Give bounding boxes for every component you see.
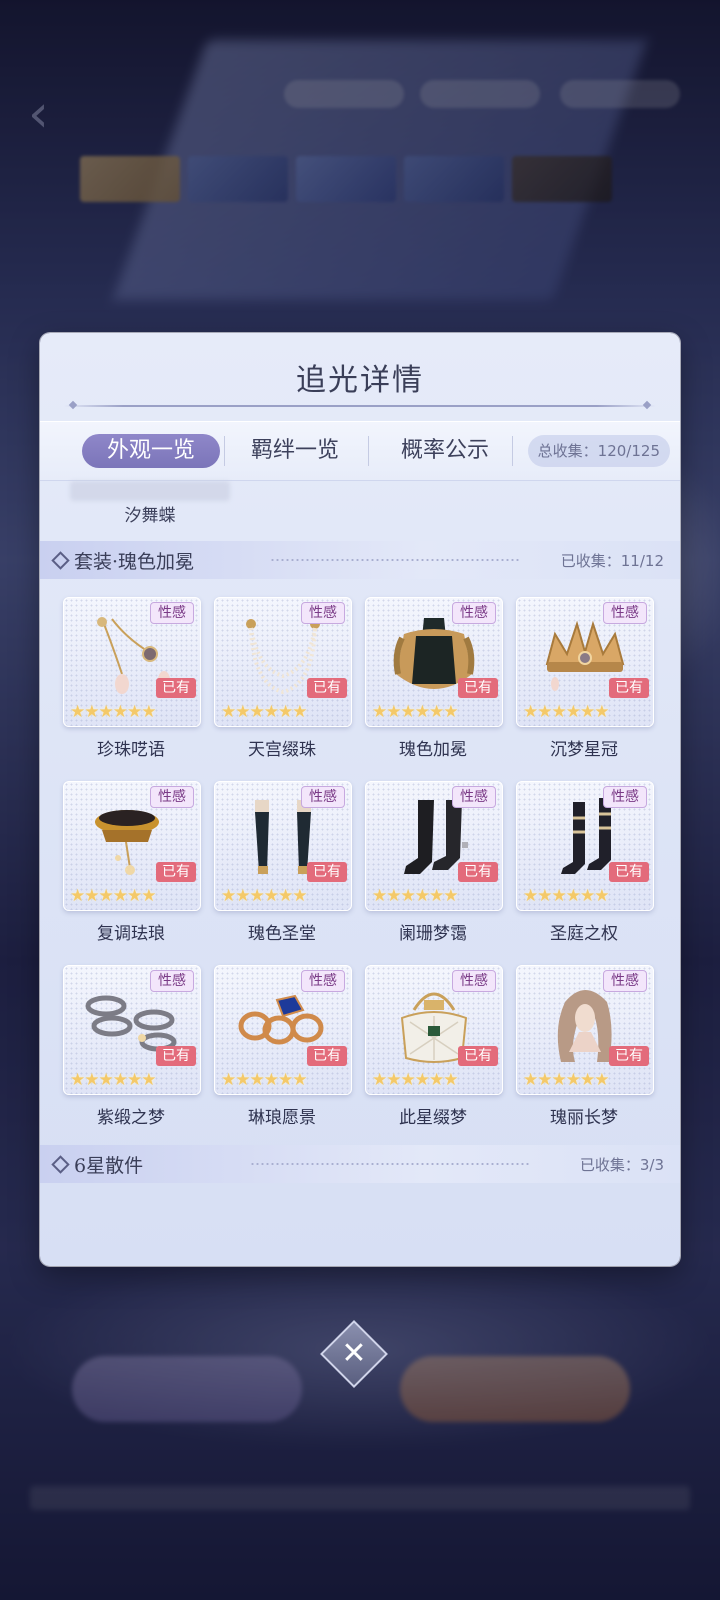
dotted-divider (270, 558, 520, 562)
item-frame: 性感 已有 ★★★★★★ (63, 597, 201, 727)
star-rating: ★★★★★★ (221, 702, 307, 722)
section-title: 套装·瑰色加冕 (74, 551, 195, 573)
star-rating: ★★★★★★ (70, 1070, 156, 1090)
owned-badge: 已有 (609, 1046, 649, 1066)
star-rating: ★★★★★★ (70, 886, 156, 906)
detail-panel: 追光详情 外观一览 羁绊一览 概率公示 总收集：120/125 汐舞蝶 套装·瑰… (40, 333, 680, 1266)
section-title: 6星散件 (74, 1155, 144, 1177)
star-rating: ★★★★★★ (70, 702, 156, 722)
item-name: 珍珠呓语 (97, 740, 165, 760)
section-collect-count: 已收集：11/12 (560, 552, 664, 570)
total-collection-count: 总收集：120/125 (527, 435, 670, 467)
tab-appearance[interactable]: 外观一览 (82, 434, 220, 468)
style-tag: 性感 (301, 786, 345, 808)
style-tag: 性感 (603, 970, 647, 992)
section-header-loose-pieces: 6星散件 已收集：3/3 (40, 1145, 680, 1183)
star-rating: ★★★★★★ (372, 886, 458, 906)
item-name: 圣庭之权 (550, 924, 618, 944)
close-icon: ✕ (341, 1336, 367, 1371)
star-rating: ★★★★★★ (221, 886, 307, 906)
owned-badge: 已有 (458, 1046, 498, 1066)
style-tag: 性感 (452, 786, 496, 808)
item-frame: 性感 已有 ★★★★★★ (214, 781, 352, 911)
item-name: 瑰色圣堂 (248, 924, 316, 944)
owned-badge: 已有 (307, 678, 347, 698)
item-name: 瑰丽长梦 (550, 1108, 618, 1128)
item-card[interactable]: 性感 已有 ★★★★★★ 琳琅愿景 (214, 965, 352, 1135)
item-card[interactable]: 性感 已有 ★★★★★★ 珍珠呓语 (63, 597, 201, 767)
item-frame: 性感 已有 ★★★★★★ (516, 597, 654, 727)
tab-bar: 外观一览 羁绊一览 概率公示 总收集：120/125 (40, 421, 680, 481)
item-card[interactable]: 性感 已有 ★★★★★★ 复调珐琅 (63, 781, 201, 951)
owned-badge: 已有 (307, 1046, 347, 1066)
item-name: 瑰色加冕 (399, 740, 467, 760)
item-card[interactable]: 性感 已有 ★★★★★★ 沉梦星冠 (516, 597, 654, 767)
item-card[interactable]: 性感 已有 ★★★★★★ 瑰色圣堂 (214, 781, 352, 951)
star-rating: ★★★★★★ (372, 1070, 458, 1090)
item-frame: 性感 已有 ★★★★★★ (63, 781, 201, 911)
style-tag: 性感 (603, 786, 647, 808)
star-rating: ★★★★★★ (523, 1070, 609, 1090)
item-card[interactable]: 性感 已有 ★★★★★★ 圣庭之权 (516, 781, 654, 951)
item-card[interactable]: 性感 已有 ★★★★★★ 天宫缀珠 (214, 597, 352, 767)
item-frame: 性感 已有 ★★★★★★ (214, 597, 352, 727)
tab-bonds[interactable]: 羁绊一览 (226, 434, 364, 468)
owned-badge: 已有 (458, 678, 498, 698)
owned-badge: 已有 (458, 862, 498, 882)
owned-badge: 已有 (609, 678, 649, 698)
section-collect-count: 已收集：3/3 (579, 1156, 664, 1174)
section-header-suit: 套装·瑰色加冕 已收集：11/12 (40, 541, 680, 579)
tab-probability[interactable]: 概率公示 (370, 434, 520, 468)
tab-separator (224, 436, 225, 466)
style-tag: 性感 (301, 970, 345, 992)
item-frame: 性感 已有 ★★★★★★ (214, 965, 352, 1095)
diamond-icon (51, 551, 70, 570)
item-name: 复调珐琅 (97, 924, 165, 944)
style-tag: 性感 (150, 602, 194, 624)
style-tag: 性感 (150, 970, 194, 992)
item-frame: 性感 已有 ★★★★★★ (365, 781, 503, 911)
item-frame: 性感 已有 ★★★★★★ (365, 965, 503, 1095)
item-card[interactable]: 性感 已有 ★★★★★★ 阑珊梦霭 (365, 781, 503, 951)
tab-separator (512, 436, 513, 466)
item-frame: 性感 已有 ★★★★★★ (365, 597, 503, 727)
star-rating: ★★★★★★ (372, 702, 458, 722)
item-frame: 性感 已有 ★★★★★★ (516, 781, 654, 911)
star-rating: ★★★★★★ (523, 702, 609, 722)
previous-item-name: 汐舞蝶 (124, 506, 176, 526)
owned-badge: 已有 (307, 862, 347, 882)
item-card[interactable]: 性感 已有 ★★★★★★ 此星缀梦 (365, 965, 503, 1135)
item-name: 此星缀梦 (399, 1108, 467, 1128)
panel-title: 追光详情 (296, 363, 424, 398)
dotted-divider (250, 1162, 530, 1166)
item-name: 沉梦星冠 (550, 740, 618, 760)
item-card[interactable]: 性感 已有 ★★★★★★ 紫缎之梦 (63, 965, 201, 1135)
tab-separator (368, 436, 369, 466)
owned-badge: 已有 (609, 862, 649, 882)
item-name: 紫缎之梦 (97, 1108, 165, 1128)
star-rating: ★★★★★★ (221, 1070, 307, 1090)
item-frame: 性感 已有 ★★★★★★ (516, 965, 654, 1095)
item-frame: 性感 已有 ★★★★★★ (63, 965, 201, 1095)
item-name: 阑珊梦霭 (399, 924, 467, 944)
star-rating: ★★★★★★ (523, 886, 609, 906)
item-name: 琳琅愿景 (248, 1108, 316, 1128)
item-card[interactable]: 性感 已有 ★★★★★★ 瑰色加冕 (365, 597, 503, 767)
item-card[interactable]: 性感 已有 ★★★★★★ 瑰丽长梦 (516, 965, 654, 1135)
item-name: 天宫缀珠 (248, 740, 316, 760)
style-tag: 性感 (603, 602, 647, 624)
style-tag: 性感 (301, 602, 345, 624)
style-tag: 性感 (452, 602, 496, 624)
diamond-icon (51, 1155, 70, 1174)
previous-item-thumbnail (70, 481, 230, 501)
owned-badge: 已有 (156, 862, 196, 882)
title-divider (64, 405, 656, 407)
owned-badge: 已有 (156, 1046, 196, 1066)
style-tag: 性感 (452, 970, 496, 992)
owned-badge: 已有 (156, 678, 196, 698)
style-tag: 性感 (150, 786, 194, 808)
